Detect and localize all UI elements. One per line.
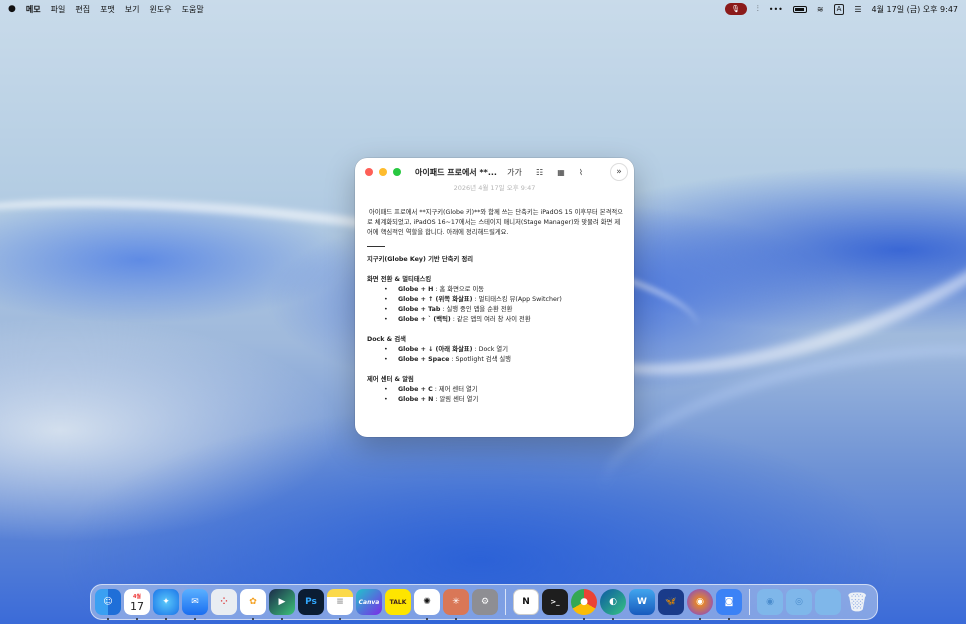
shortcut-key: Globe + N	[398, 396, 434, 403]
dock-notion-icon[interactable]: N	[513, 589, 539, 615]
menu-app-name[interactable]: 메모	[26, 4, 41, 15]
table-icon[interactable]: ▦	[557, 168, 565, 177]
section-title: 제어 센터 & 알림	[367, 376, 414, 383]
attachment-icon[interactable]: ⌇	[579, 168, 583, 177]
menu-edit[interactable]: 편집	[75, 4, 90, 15]
input-source-icon[interactable]: A	[833, 3, 845, 15]
microphone-recording-icon[interactable]: 🎙	[724, 3, 747, 15]
dock-launchpad-icon[interactable]: ⁘	[211, 589, 237, 615]
shortcut-key: Globe + H	[398, 286, 434, 293]
shortcut-desc: : Dock 열기	[472, 346, 509, 353]
window-title: 아이패드 프로에서 **...	[415, 168, 497, 177]
dock: ☺ 4월 17 ✦ ✉ ⁘ ✿ ▶ Ps ≡ Canva TALK ✺ ✳ ⚙ …	[90, 584, 878, 620]
dock-photos-icon[interactable]: ✿	[240, 589, 266, 620]
dock-settings-icon[interactable]: ⚙	[472, 589, 498, 615]
dock-edge-icon[interactable]: ◐	[600, 589, 626, 620]
dock-canva-icon[interactable]: Canva	[356, 589, 382, 615]
minimize-button[interactable]	[379, 168, 387, 176]
voice-waveform-icon[interactable]: ⫶	[757, 4, 759, 14]
dock-final-cut-icon[interactable]: ▶	[269, 589, 295, 620]
dock-divider	[749, 589, 750, 615]
shortcut-key: Globe + ↓ (아래 화살표)	[398, 346, 473, 353]
shortcut-desc: : 홈 화면으로 이동	[433, 286, 485, 293]
zoom-button[interactable]	[393, 168, 401, 176]
menu-view[interactable]: 보기	[125, 4, 140, 15]
dock-trash-icon[interactable]: 🗑	[844, 589, 870, 615]
dock-safari-icon[interactable]: ✦	[153, 589, 179, 620]
dock-app-icon[interactable]: ◙	[716, 589, 742, 620]
note-body[interactable]: 아이패드 프로에서 **지구키(Globe 키)**와 함께 쓰는 단축키는 i…	[367, 208, 625, 405]
list-item: Globe + C : 제어 센터 열기	[367, 385, 625, 395]
wifi-icon[interactable]: ≋	[817, 5, 824, 14]
menu-format[interactable]: 포맷	[100, 4, 115, 15]
section-title: Dock & 검색	[367, 336, 406, 343]
shortcut-desc: : 멀티태스킹 뷰(App Switcher)	[472, 296, 562, 303]
shortcut-desc: : 실행 중인 앱을 순환 전환	[440, 306, 513, 313]
more-dots-icon[interactable]: •••	[769, 5, 783, 14]
shortcut-key: Globe + Tab	[398, 306, 441, 313]
divider	[367, 246, 385, 247]
shortcut-key: Globe + C	[398, 386, 433, 393]
section-dock-search: Dock & 검색 Globe + ↓ (아래 화살표) : Dock 열기 G…	[367, 335, 625, 365]
section-title: 화면 전환 & 멀티태스킹	[367, 276, 432, 283]
expand-toolbar-chevron-icon[interactable]: »	[610, 163, 628, 181]
control-center-icon[interactable]: ☰	[854, 5, 861, 14]
text-format-button[interactable]: 가가	[507, 167, 522, 178]
menu-bar-left: ● 메모 파일 편집 포맷 보기 윈도우 도움말	[8, 4, 204, 15]
shortcut-key: Globe + Space	[398, 356, 450, 363]
menu-clock[interactable]: 4월 17일 (금) 오후 9:47	[872, 4, 958, 15]
dock-finder-icon[interactable]: ☺	[95, 589, 121, 620]
list-item: Globe + H : 홈 화면으로 이동	[367, 285, 625, 295]
traffic-lights	[365, 168, 401, 176]
dock-calendar-icon[interactable]: 4월 17	[124, 589, 150, 620]
menu-bar: ● 메모 파일 편집 포맷 보기 윈도우 도움말 🎙 ⫶ ••• ≋ A ☰ 4…	[0, 0, 966, 18]
wallpaper-streak	[588, 311, 966, 569]
list-item: Globe + ↑ (위쪽 화살표) : 멀티태스킹 뷰(App Switche…	[367, 295, 625, 305]
dock-divider	[505, 589, 506, 615]
dock-claude-icon[interactable]: ✳	[443, 589, 469, 620]
menu-file[interactable]: 파일	[51, 4, 66, 15]
menu-bar-right: 🎙 ⫶ ••• ≋ A ☰ 4월 17일 (금) 오후 9:47	[724, 3, 958, 15]
dock-photoshop-icon[interactable]: Ps	[298, 589, 324, 615]
notes-window: 아이패드 프로에서 **... 가가 ☷ ▦ ⌇ » 2026년 4월 17일 …	[355, 158, 634, 437]
shortcut-desc: : 알림 센터 열기	[433, 396, 479, 403]
close-button[interactable]	[365, 168, 373, 176]
dock-firefox-icon[interactable]: ◉	[687, 589, 713, 620]
list-item: Globe + Space : Spotlight 검색 실행	[367, 355, 625, 365]
list-item: Globe + ↓ (아래 화살표) : Dock 열기	[367, 345, 625, 355]
note-heading: 지구키(Globe Key) 기반 단축키 정리	[367, 256, 474, 263]
shortcut-key: Globe + ↑ (위쪽 화살표)	[398, 296, 473, 303]
shortcut-desc: : 같은 앱의 여러 창 사이 전환	[450, 316, 531, 323]
shortcut-desc: : Spotlight 검색 실행	[449, 356, 511, 363]
apple-icon[interactable]: ●	[8, 4, 16, 14]
dock-chrome-icon[interactable]: ●	[571, 589, 597, 620]
dock-bluesky-icon[interactable]: 🦋	[658, 589, 684, 615]
battery-icon[interactable]	[792, 5, 807, 13]
dock-word-icon[interactable]: W	[629, 589, 655, 615]
section-control-center: 제어 센터 & 알림 Globe + C : 제어 센터 열기 Globe + …	[367, 375, 625, 405]
list-item: Globe + N : 알림 센터 열기	[367, 395, 625, 405]
menu-help[interactable]: 도움말	[182, 4, 204, 15]
note-intro: 아이패드 프로에서 **지구키(Globe 키)**와 함께 쓰는 단축키는 i…	[367, 209, 623, 236]
note-date: 2026년 4월 17일 오후 9:47	[453, 184, 536, 192]
dock-chatgpt-icon[interactable]: ✺	[414, 589, 440, 620]
dock-notes-icon[interactable]: ≡	[327, 589, 353, 620]
checklist-icon[interactable]: ☷	[536, 168, 543, 177]
menu-window[interactable]: 윈도우	[150, 4, 172, 15]
note-toolbar: 가가 ☷ ▦ ⌇	[500, 163, 590, 181]
shortcut-key: Globe + ` (백틱)	[398, 316, 451, 323]
dock-kakaotalk-icon[interactable]: TALK	[385, 589, 411, 615]
dock-terminal-icon[interactable]: >_	[542, 589, 568, 615]
dock-folder-icon[interactable]	[815, 589, 841, 615]
dock-folder-icon[interactable]: ◉	[757, 589, 783, 615]
list-item: Globe + ` (백틱) : 같은 앱의 여러 창 사이 전환	[367, 315, 625, 325]
calendar-day: 17	[130, 600, 144, 613]
section-multitasking: 화면 전환 & 멀티태스킹 Globe + H : 홈 화면으로 이동 Glob…	[367, 275, 625, 325]
dock-folder-icon[interactable]: ◎	[786, 589, 812, 615]
list-item: Globe + Tab : 실행 중인 앱을 순환 전환	[367, 305, 625, 315]
dock-mail-icon[interactable]: ✉	[182, 589, 208, 620]
shortcut-desc: : 제어 센터 열기	[432, 386, 478, 393]
